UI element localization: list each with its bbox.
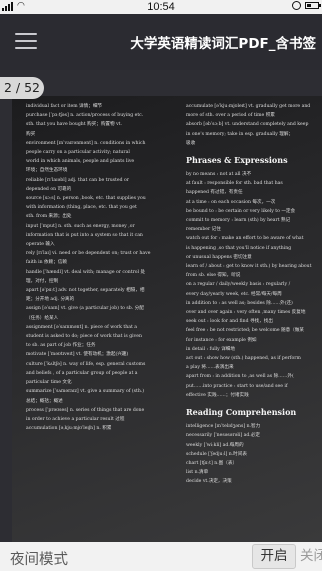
document-line: on a regular / daily/weekly basis : regu… xyxy=(186,282,291,288)
document-line: （任务）给某人 xyxy=(26,315,59,321)
document-line: put……into practice : start to use/and se… xyxy=(186,383,288,389)
document-line: accumulate [əˈkjuːmjʊleɪt] vt. gradually… xyxy=(186,104,311,109)
document-line: and beliefs , of a particular group of p… xyxy=(26,370,138,376)
close-night-mode-button[interactable]: 关闭 xyxy=(300,544,322,569)
enable-night-mode-button[interactable]: 开启 xyxy=(252,544,296,569)
document-line: be bound to : be certain or very likely … xyxy=(186,208,296,214)
document-line: 距；分开地 adj. 分离的 xyxy=(26,297,75,303)
document-line: chart [tʃɑːt] n.图（表） xyxy=(186,460,238,466)
document-line: in detail : fully 详细地 xyxy=(186,346,235,352)
left-column: individual fact or item 详情；细节 purchase [ˈ… xyxy=(26,102,171,542)
document-line: purchase [ˈpɜːtʃəs] n. action/process of… xyxy=(26,113,144,119)
document-line: individual fact or item 详情；细节 xyxy=(26,104,103,109)
document-line: environment [ɪnˈvaɪrənmənt] n. condition… xyxy=(26,140,146,146)
document-line: more of sth. over a period of time 积累 xyxy=(186,113,275,119)
document-line: commit to memory : learn (sth) by heart … xyxy=(186,218,291,224)
document-line: accumulation [əˌkjuːmjʊˈleɪʃn] n. 积累 xyxy=(26,426,112,432)
status-bar: ◠ 10:54 xyxy=(0,0,322,14)
status-right xyxy=(292,1,321,10)
document-line: process [ˈprəʊses] n. series of things t… xyxy=(26,407,145,413)
document-line: assign [əˈsaɪn] vt. give (a particular j… xyxy=(26,306,144,312)
document-line: remember 记住 xyxy=(186,227,221,233)
document-line: information that is put into a system so… xyxy=(26,232,143,238)
document-line: is happening ,so that you'll notice if a… xyxy=(186,245,292,251)
document-line: with information (thing, place, etc. tha… xyxy=(26,205,137,211)
document-line: faith in 依赖；信赖 xyxy=(26,260,68,266)
document-line: rely [rɪˈlaɪ] vi. need or be dependent o… xyxy=(26,251,151,257)
document-line: 理，对付，控制 xyxy=(26,278,59,284)
right-column: accumulate [əˈkjuːmjʊleɪt] vt. gradually… xyxy=(186,102,320,542)
night-mode-label: 夜间模式 xyxy=(10,552,68,568)
document-line: by no means : not at all 决不 xyxy=(186,172,252,178)
document-line: assignment [əˈsaɪnmənt] n. piece of work… xyxy=(26,324,138,330)
document-line: weekly [ˈwiːkli] ad.每周的 xyxy=(186,442,244,448)
document-line: feel free : be not restricted; be welcom… xyxy=(186,328,304,334)
document-line: in addition to : as well as; besides 除……… xyxy=(186,300,293,306)
document-line: absorb [əbˈsɔːb] vt. understand complete… xyxy=(186,122,309,128)
document-line: effective 实践……；付诸实践 xyxy=(186,392,249,398)
document-line: seek out : look for and find 寻找，找出 xyxy=(186,319,273,325)
document-line: every day/yearly week, etc. 经常/每天/每周 xyxy=(186,291,282,297)
document-line: summarize [ˈsʌməraɪz] vt. give a summary… xyxy=(26,389,145,395)
section-heading-reading: Reading Comprehension xyxy=(186,407,297,418)
document-line: happened 有过错，有责任 xyxy=(186,190,243,196)
document-line: at fault : responsible for sth. bad that… xyxy=(186,181,283,187)
document-line: act out : show how (sth.) happened, as i… xyxy=(186,356,301,362)
menu-icon[interactable] xyxy=(15,33,37,51)
document-line: apart [əˈpɑːt] adv. not together, separa… xyxy=(26,288,145,294)
document-line: operate 输入 xyxy=(26,242,55,248)
document-line: necessarily [ˈnesəsərəli] ad.必定 xyxy=(186,433,260,439)
document-line: 购买 xyxy=(26,131,36,137)
document-line: input [ˈɪnput] n. sth. such as energy, m… xyxy=(26,223,135,229)
document-line: handle [ˈhændl] vt. deal with; manage or… xyxy=(26,269,146,275)
document-line: culture [ˈkʌltʃə] n. way of life, esp. g… xyxy=(26,361,146,367)
document-line: or unusual happens 密切注意 xyxy=(186,254,252,260)
document-line: apart from : in addition to ,as well as … xyxy=(186,374,294,380)
document-line: reliable [rɪˈlaɪəbl] adj. that can be tr… xyxy=(26,177,129,183)
document-line: source [sɔːs] n. person ,book, etc. that… xyxy=(26,196,146,202)
document-line: depended on 可靠的 xyxy=(26,186,72,192)
document-line: for instance : for example 例如 xyxy=(186,337,257,343)
document-line: world in which animals, people and plant… xyxy=(26,159,135,165)
document-line: to sb. as part of job 作业；任务 xyxy=(26,343,96,349)
app-header: 大学英语精读词汇PDF_含书签 xyxy=(0,14,322,70)
document-line: at a time : on each occasion 每次，一次 xyxy=(186,199,276,205)
document-line: intelligence [ɪnˈtelɪdʒəns] n.智力 xyxy=(186,424,261,430)
document-line: schedule [ˈʃedjuːl] n.时间表 xyxy=(186,451,247,457)
document-line: a play 将……表演出来 xyxy=(186,365,234,371)
document-page[interactable]: individual fact or item 详情；细节 purchase [ˈ… xyxy=(12,96,322,542)
page-counter: 2 / 52 xyxy=(0,77,44,99)
document-title: 大学英语精读词汇PDF_含书签 xyxy=(130,36,316,52)
document-line: 总结；概括；概述 xyxy=(26,398,63,404)
night-mode-bar: 夜间模式 开启 关闭 xyxy=(0,542,322,571)
alarm-icon xyxy=(292,1,301,10)
document-line: motivate [ˈməʊtɪveɪt] vt. 使有动机；激起(兴趣) xyxy=(26,352,129,358)
document-line: in order to achieve a particular result … xyxy=(26,416,125,422)
document-line: particular time 文化 xyxy=(26,380,72,386)
section-heading-phrases: Phrases & Expressions xyxy=(186,155,288,166)
document-line: over and over again : very often ,many t… xyxy=(186,310,306,316)
battery-icon xyxy=(305,2,321,9)
status-time: 10:54 xyxy=(147,1,175,13)
document-line: watch out for : make an effort to be awa… xyxy=(186,236,304,242)
document-line: decide vt.决定，决策 xyxy=(186,479,232,485)
document-line: people carry on a particular activity; n… xyxy=(26,150,130,156)
document-line: from sb. else 得知，听说 xyxy=(186,273,241,279)
document-line: 环境；自然生态环境 xyxy=(26,168,68,174)
document-line: list n.清单 xyxy=(186,470,209,476)
document-line: in one's memory; take in esp. gradually … xyxy=(186,131,294,137)
document-line: sth. that you have bought 购买；购置物 vt. xyxy=(26,122,122,128)
document-line: 吸收 xyxy=(186,140,196,146)
document-line: learn of / about : get to know it sth.) … xyxy=(186,264,312,270)
document-line: student is asked to do; piece of work th… xyxy=(26,334,142,340)
document-line: sth. from 来源；出处 xyxy=(26,214,72,220)
